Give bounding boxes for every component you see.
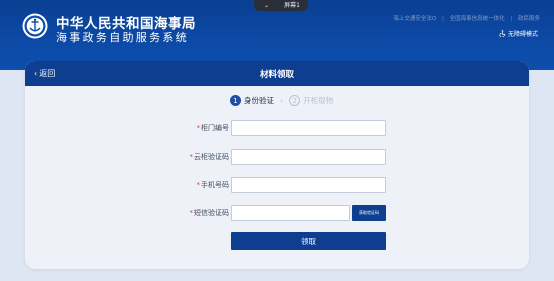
screen-tab[interactable]: ⌄ 屏幕1 <box>254 0 308 11</box>
top-link-public-service[interactable]: 政民服务 <box>518 16 540 22</box>
maritime-emblem-icon <box>22 13 48 39</box>
link-divider: | <box>510 16 513 22</box>
step-indicator: 1 身份验证 › 2 开柜取物 <box>230 95 333 106</box>
accessibility-mode-label: 无障碍模式 <box>507 31 538 38</box>
wheelchair-icon <box>499 30 506 37</box>
card-title: 材料领取 <box>259 70 294 80</box>
top-links: 海上交通安全法Q | 全国海事信息统一体化 | 政民服务 <box>393 14 540 22</box>
cabinet-no-label: *柜门编号 <box>196 124 230 132</box>
sms-code-label: *短信验证码 <box>189 209 230 217</box>
accessibility-mode-button[interactable]: 无障碍模式 <box>499 29 538 38</box>
form-row-phone: *手机号码 <box>25 177 529 193</box>
step-1-number: 1 <box>230 95 241 106</box>
pickup-submit-button[interactable]: 领取 <box>231 232 386 250</box>
site-subtitle: 海事政务自助服务系统 <box>56 31 189 44</box>
page: ⌄ 屏幕1 中华人民共和国海事局 海事政务自助服务系统 海上交通安全法Q | 全… <box>0 0 554 281</box>
link-divider: | <box>442 16 444 22</box>
chevron-down-icon: ⌄ <box>264 2 270 9</box>
card-header: ‹ 返回 材料领取 <box>25 61 529 86</box>
form-row-sms-code: *短信验证码 获取验证码 <box>25 205 529 221</box>
cabinet-no-input[interactable] <box>231 120 386 136</box>
get-sms-code-button[interactable]: 获取验证码 <box>352 205 386 221</box>
step-2-label: 开柜取物 <box>303 96 334 105</box>
form-row-cabinet-no: *柜门编号 <box>25 120 529 136</box>
phone-label: *手机号码 <box>196 181 230 189</box>
step-2-number: 2 <box>289 95 301 106</box>
top-link-national-info[interactable]: 全国海事信息统一体化 <box>450 16 505 22</box>
cloud-code-input[interactable] <box>231 149 386 165</box>
site-header: ⌄ 屏幕1 中华人民共和国海事局 海事政务自助服务系统 海上交通安全法Q | 全… <box>0 0 554 70</box>
phone-input[interactable] <box>231 177 386 193</box>
form-row-cloud-code: *云柜验证码 <box>25 149 529 165</box>
cloud-code-label: *云柜验证码 <box>189 153 230 161</box>
pickup-card: ‹ 返回 材料领取 1 身份验证 › 2 开柜取物 *柜门编号 *云柜验证码 *… <box>25 61 529 269</box>
sms-code-input[interactable] <box>231 205 350 221</box>
step-1-label: 身份验证 <box>244 96 274 105</box>
screen-tab-label: 屏幕1 <box>284 2 300 9</box>
top-link-safety-law[interactable]: 海上交通安全法Q <box>393 16 436 22</box>
chevron-right-icon: › <box>280 96 284 105</box>
